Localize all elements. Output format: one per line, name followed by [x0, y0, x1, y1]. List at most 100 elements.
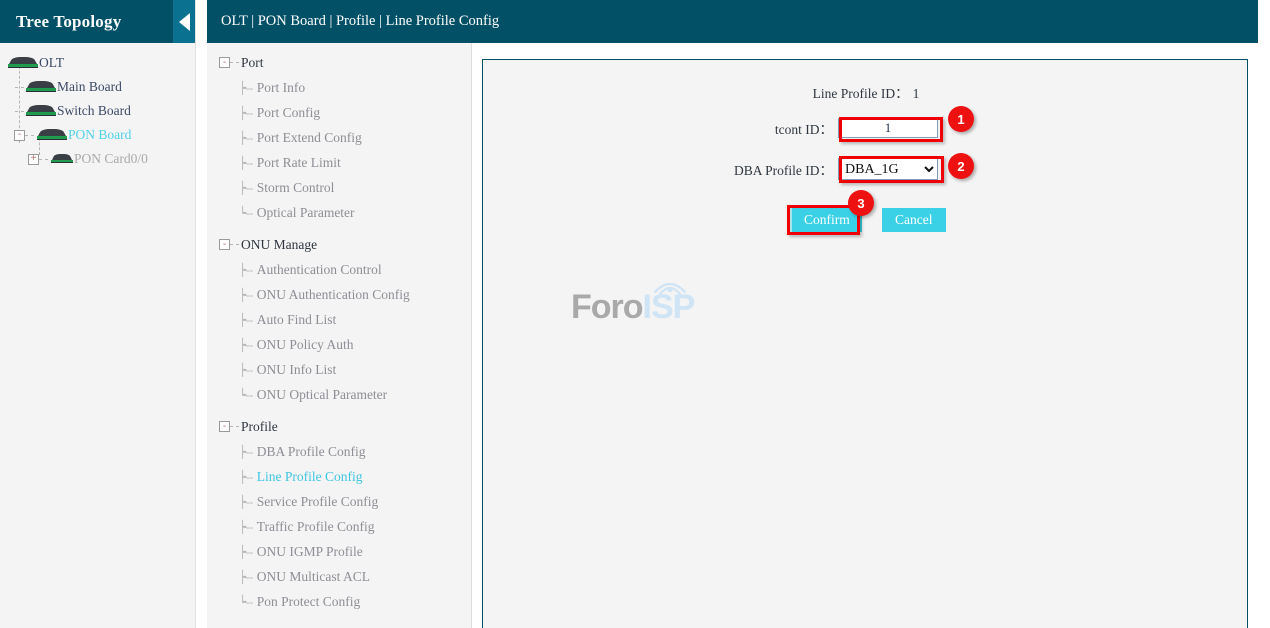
- menu-item-pon-protect-config[interactable]: ┕-- Pon Protect Config: [207, 589, 471, 614]
- menu-item-onu-policy-auth[interactable]: ┝-- ONU Policy Auth: [207, 332, 471, 357]
- collapse-expander-icon[interactable]: -: [219, 421, 230, 432]
- menu-item-label: DBA Profile Config: [257, 444, 366, 460]
- watermark-primary: Foro: [571, 288, 643, 326]
- menu-connector: ┝--: [239, 131, 253, 145]
- line-profile-id-value: 1: [913, 86, 920, 101]
- menu-item-storm-control[interactable]: ┝-- Storm Control: [207, 175, 471, 200]
- tree-connector: [39, 159, 48, 160]
- menu-connector: ┕--: [239, 595, 253, 609]
- menu-item-port-rate-limit[interactable]: ┝-- Port Rate Limit: [207, 150, 471, 175]
- menu-item-label: Port Extend Config: [257, 130, 362, 146]
- dba-profile-id-label: DBA Profile ID：: [483, 159, 838, 179]
- annotation-badge-2: 2: [948, 153, 974, 179]
- menu-item-label: ONU Authentication Config: [257, 287, 410, 303]
- menu-group-title: Port: [241, 55, 264, 71]
- dba-profile-select[interactable]: DBA_1G: [838, 158, 938, 180]
- menu-item-label: Storm Control: [257, 180, 335, 196]
- menu-connector: ┝--: [239, 263, 253, 277]
- menu-item-label: Service Profile Config: [257, 494, 378, 510]
- menu-item-dba-profile-config[interactable]: ┝-- DBA Profile Config: [207, 439, 471, 464]
- tree-node-olt[interactable]: OLT: [0, 51, 195, 75]
- tree-node-label: PON Card0/0: [74, 151, 148, 167]
- menu-group-profile[interactable]: - Profile: [207, 414, 471, 439]
- menu-item-label: Auto Find List: [257, 312, 337, 328]
- menu-group-port[interactable]: - Port: [207, 50, 471, 75]
- menu-group-title: Profile: [241, 419, 278, 435]
- chevron-left-icon[interactable]: [173, 0, 195, 43]
- annotation-badge-1: 1: [948, 106, 974, 132]
- line-profile-config-form: Line Profile ID：1 tcont ID： DBA Profile …: [482, 59, 1248, 628]
- menu-item-onu-multicast-acl[interactable]: ┝-- ONU Multicast ACL: [207, 564, 471, 589]
- menu-item-label: ONU Optical Parameter: [257, 387, 387, 403]
- menu-connector: [230, 426, 239, 427]
- menu-item-port-extend-config[interactable]: ┝-- Port Extend Config: [207, 125, 471, 150]
- device-icon: [26, 105, 56, 117]
- tree-node-label: Main Board: [57, 79, 122, 95]
- tree-node-label: OLT: [39, 55, 64, 71]
- menu-connector: ┝--: [239, 106, 253, 120]
- menu-item-label: Port Rate Limit: [257, 155, 341, 171]
- menu-connector: ┝--: [239, 81, 253, 95]
- menu-item-label: Line Profile Config: [257, 469, 363, 485]
- menu-connector: ┕--: [239, 206, 253, 220]
- menu-item-optical-parameter[interactable]: ┕-- Optical Parameter: [207, 200, 471, 225]
- menu-connector: ┝--: [239, 470, 253, 484]
- menu-item-line-profile-config[interactable]: ┝-- Line Profile Config: [207, 464, 471, 489]
- chevron-left-glyph: [179, 13, 190, 31]
- menu-item-onu-info-list[interactable]: ┝-- ONU Info List: [207, 357, 471, 382]
- menu-item-label: ONU Multicast ACL: [257, 569, 370, 585]
- expand-expander-icon[interactable]: +: [28, 154, 39, 165]
- menu-connector: ┝--: [239, 520, 253, 534]
- line-profile-id-row: Line Profile ID：1: [483, 82, 1249, 103]
- menu-item-traffic-profile-config[interactable]: ┝-- Traffic Profile Config: [207, 514, 471, 539]
- device-icon: [8, 57, 38, 69]
- menu-item-port-config[interactable]: ┝-- Port Config: [207, 100, 471, 125]
- menu-item-onu-authentication-config[interactable]: ┝-- ONU Authentication Config: [207, 282, 471, 307]
- menu-connector: [230, 244, 239, 245]
- signal-tower-icon: [647, 274, 693, 296]
- tree-body: OLT Main Board Switch Board -: [0, 43, 195, 628]
- tree-panel-title: Tree Topology: [0, 12, 121, 32]
- collapse-expander-icon[interactable]: -: [219, 239, 230, 250]
- collapse-expander-icon[interactable]: -: [219, 57, 230, 68]
- menu-connector: ┝--: [239, 338, 253, 352]
- menu-connector: ┝--: [239, 445, 253, 459]
- tree-panel-header: Tree Topology: [0, 0, 195, 43]
- menu-item-label: ONU IGMP Profile: [257, 544, 363, 560]
- menu-item-onu-igmp-profile[interactable]: ┝-- ONU IGMP Profile: [207, 539, 471, 564]
- menu-connector: ┝--: [239, 495, 253, 509]
- menu-connector: ┝--: [239, 570, 253, 584]
- menu-item-service-profile-config[interactable]: ┝-- Service Profile Config: [207, 489, 471, 514]
- menu-item-label: Pon Protect Config: [257, 594, 361, 610]
- collapse-expander-icon[interactable]: -: [14, 130, 25, 141]
- breadcrumb-bar: OLT | PON Board | Profile | Line Profile…: [207, 0, 1258, 43]
- menu-connector: ┝--: [239, 288, 253, 302]
- tree-node-label: PON Board: [68, 127, 131, 143]
- tree-node-main-board[interactable]: Main Board: [0, 75, 195, 99]
- menu-item-auto-find-list[interactable]: ┝-- Auto Find List: [207, 307, 471, 332]
- menu-connector: ┕--: [239, 388, 253, 402]
- menu-item-label: Port Info: [257, 80, 305, 96]
- menu-item-port-info[interactable]: ┝-- Port Info: [207, 75, 471, 100]
- menu-item-authentication-control[interactable]: ┝-- Authentication Control: [207, 257, 471, 282]
- menu-connector: ┝--: [239, 181, 253, 195]
- cancel-button[interactable]: Cancel: [882, 208, 946, 232]
- menu-item-onu-optical-parameter[interactable]: ┕-- ONU Optical Parameter: [207, 382, 471, 407]
- tree-node-pon-board[interactable]: - PON Board: [0, 123, 195, 147]
- tree-node-switch-board[interactable]: Switch Board: [0, 99, 195, 123]
- tcont-id-row: tcont ID：: [483, 118, 1249, 138]
- menu-group-onu-manage[interactable]: - ONU Manage: [207, 232, 471, 257]
- menu-item-label: Optical Parameter: [257, 205, 355, 221]
- menu-connector: ┝--: [239, 363, 253, 377]
- tree-topology-panel: Tree Topology OLT Main B: [0, 0, 196, 628]
- tree-node-pon-card[interactable]: + PON Card0/0: [0, 147, 195, 171]
- device-icon: [37, 129, 67, 141]
- menu-item-label: Port Config: [257, 105, 320, 121]
- tcont-id-input[interactable]: [838, 118, 938, 138]
- device-icon: [51, 154, 73, 164]
- menu-connector: ┝--: [239, 313, 253, 327]
- menu-group-title: ONU Manage: [241, 237, 317, 253]
- annotation-badge-3: 3: [848, 190, 874, 216]
- dba-profile-id-row: DBA Profile ID： DBA_1G: [483, 158, 1249, 180]
- device-icon: [26, 81, 56, 93]
